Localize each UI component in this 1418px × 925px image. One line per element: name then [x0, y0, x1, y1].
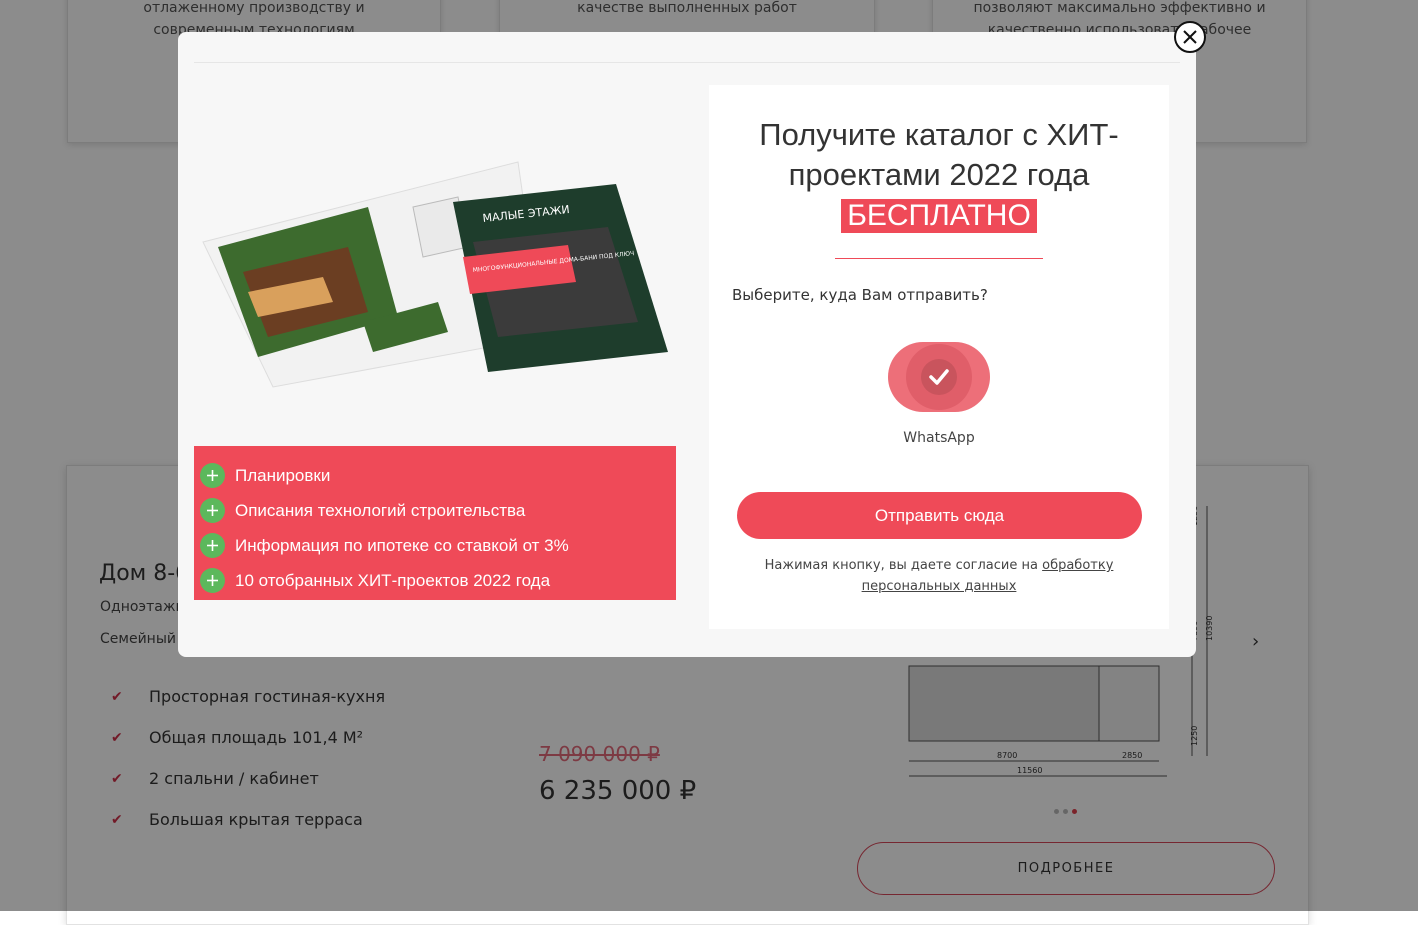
plus-icon: [200, 498, 225, 523]
form-heading: Получите каталог с ХИТ- проектами 2022 г…: [709, 115, 1169, 195]
plus-icon: [200, 533, 225, 558]
list-item: 10 отобранных ХИТ-проектов 2022 года: [200, 563, 676, 598]
close-button[interactable]: [1174, 21, 1206, 53]
whatsapp-label: WhatsApp: [903, 430, 975, 446]
close-icon: [1183, 30, 1197, 44]
catalog-image: МАЛЫЕ ЭТАЖИ МНОГОФУНКЦИОНАЛЬНЫЕ ДОМА-БАН…: [202, 161, 668, 388]
benefit-text: Описания технологий строительства: [235, 500, 526, 520]
catalog-modal: МАЛЫЕ ЭТАЖИ МНОГОФУНКЦИОНАЛЬНЫЕ ДОМА-БАН…: [178, 21, 1206, 657]
benefits-list: Планировки Описания технологий строитель…: [194, 446, 676, 600]
list-item: Описания технологий строительства: [200, 493, 676, 528]
whatsapp-option[interactable]: [888, 342, 990, 412]
check-icon: [921, 359, 957, 395]
benefit-text: 10 отобранных ХИТ-проектов 2022 года: [235, 570, 551, 590]
heading-line: Получите каталог с ХИТ-: [759, 117, 1119, 152]
form-panel: Получите каталог с ХИТ- проектами 2022 г…: [709, 85, 1169, 629]
plus-icon: [200, 463, 225, 488]
list-item: Информация по ипотеке со ставкой от 3%: [200, 528, 676, 563]
free-badge: БЕСПЛАТНО: [841, 199, 1037, 233]
whatsapp-icon: [906, 344, 972, 410]
consent-text: Нажимая кнопку, вы даете согласие на обр…: [749, 555, 1129, 597]
benefit-text: Планировки: [235, 465, 331, 485]
divider: [194, 62, 1180, 63]
send-button[interactable]: Отправить сюда: [737, 492, 1142, 539]
list-item: Планировки: [200, 458, 676, 493]
benefit-text: Информация по ипотеке со ставкой от 3%: [235, 535, 569, 555]
consent-label: Нажимая кнопку, вы даете согласие на: [764, 558, 1043, 573]
heading-line: проектами 2022 года: [788, 157, 1090, 192]
divider: [835, 258, 1043, 259]
plus-icon: [200, 568, 225, 593]
choose-prompt: Выберите, куда Вам отправить?: [732, 286, 988, 304]
